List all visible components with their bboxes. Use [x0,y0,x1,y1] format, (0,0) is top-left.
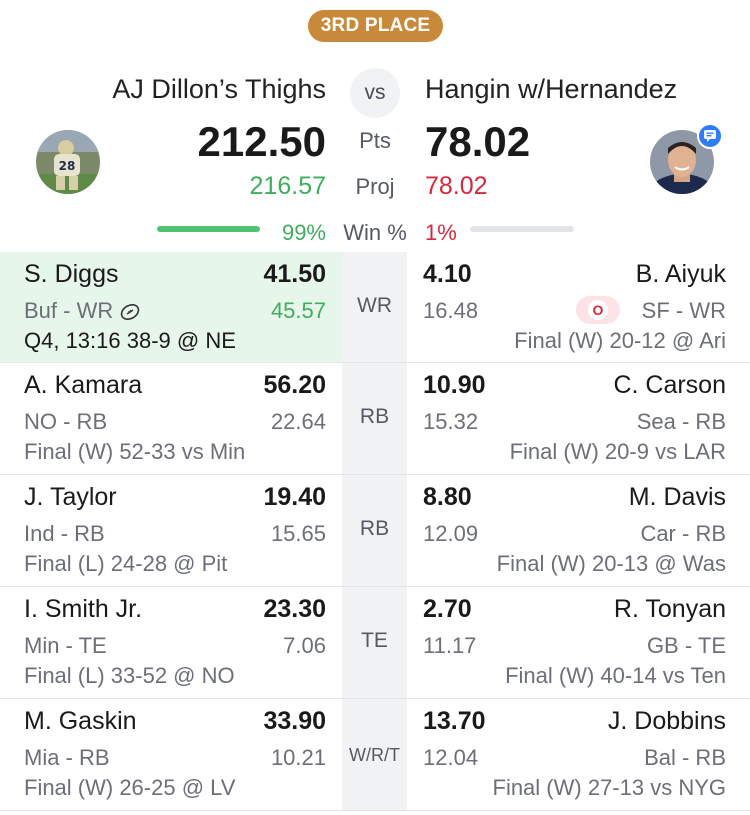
player-team-position: GB - TE [646,633,726,658]
player-projection: 7.06 [283,633,326,658]
game-status: Final (W) 27-13 vs NYG [492,775,727,800]
player-projection: 22.64 [270,409,326,434]
game-status: Q4, 13:16 38-9 @ NE [24,328,236,353]
player-team-position: Buf - WR [24,298,141,327]
projection-label: Proj [355,174,395,199]
player-points: 4.10 [423,260,472,288]
player-projection: 15.65 [270,521,326,546]
player-points: 10.90 [423,371,486,399]
roster-row: A. Kamara 56.20 NO - RB 22.64 Final (W) … [0,363,750,475]
right-player-cell[interactable]: 13.70 J. Dobbins 12.04 Bal - RB Final (W… [407,699,750,810]
team-left-score: 212.50 [197,118,326,165]
player-team-position: Ind - RB [24,521,105,546]
player-team-position: Min - TE [24,633,107,658]
game-status: Final (L) 33-52 @ NO [24,663,235,688]
player-name[interactable]: J. Dobbins [608,707,726,736]
team-right-score: 78.02 [425,118,531,165]
left-player-cell[interactable]: J. Taylor 19.40 Ind - RB 15.65 Final (L)… [0,475,342,586]
player-team-position: SF - WR [641,298,726,323]
player-projection: 10.21 [270,745,326,770]
player-points: 23.30 [263,595,326,623]
team-right-name[interactable]: Hangin w/Hernandez [425,74,677,105]
roster-row: S. Diggs 41.50 Buf - WR 45.57 Q4, 13:16 … [0,252,750,363]
game-status: Final (L) 24-28 @ Pit [24,551,228,576]
player-name[interactable]: B. Aiyuk [636,260,726,289]
slot-position: RB [342,475,407,586]
player-name[interactable]: M. Gaskin [24,707,137,736]
team-left-win-percent: 99% [281,220,326,245]
svg-text:28: 28 [59,159,76,173]
player-name[interactable]: C. Carson [613,371,726,400]
player-projection: 12.09 [423,521,479,546]
team-right-win-bar [470,226,574,232]
player-name[interactable]: I. Smith Jr. [24,595,142,624]
injury-status-badge: O [576,296,620,324]
slot-position: RB [342,363,407,474]
slot-position: WR [342,252,407,362]
right-player-cell[interactable]: 2.70 R. Tonyan 11.17 GB - TE Final (W) 4… [407,587,750,698]
player-points: 19.40 [263,483,326,511]
team-left-avatar[interactable]: 28 [36,130,100,194]
player-projection: 11.17 [423,633,477,658]
player-name[interactable]: J. Taylor [24,483,117,512]
game-status: Final (W) 40-14 vs Ten [505,663,726,688]
roster-row: I. Smith Jr. 23.30 Min - TE 7.06 Final (… [0,587,750,699]
left-player-cell[interactable]: I. Smith Jr. 23.30 Min - TE 7.06 Final (… [0,587,342,698]
player-points: 2.70 [423,595,472,623]
player-team-position: Sea - RB [636,409,726,434]
slot-position: TE [342,587,407,698]
left-player-cell[interactable]: S. Diggs 41.50 Buf - WR 45.57 Q4, 13:16 … [0,252,342,362]
team-right-win-percent: 1% [425,220,457,245]
win-percent-label: Win % [343,220,407,245]
game-status: Final (W) 20-12 @ Ari [514,328,726,353]
message-icon[interactable] [697,123,723,149]
football-icon [119,301,141,327]
vs-indicator: vs [350,68,400,118]
player-points: 41.50 [263,260,326,288]
player-team-position: NO - RB [24,409,108,434]
player-points: 33.90 [263,707,326,735]
player-team-position: Bal - RB [644,745,726,770]
player-points: 13.70 [423,707,486,735]
player-projection: 45.57 [270,298,326,323]
roster-comparison: S. Diggs 41.50 Buf - WR 45.57 Q4, 13:16 … [0,252,750,811]
right-player-cell[interactable]: 10.90 C. Carson 15.32 Sea - RB Final (W)… [407,363,750,474]
player-projection: 12.04 [423,745,479,770]
left-player-cell[interactable]: M. Gaskin 33.90 Mia - RB 10.21 Final (W)… [0,699,342,810]
game-status: Final (W) 20-13 @ Was [496,551,726,576]
player-points: 8.80 [423,483,472,511]
place-badge: 3RD PLACE [308,10,443,42]
player-name[interactable]: R. Tonyan [614,595,726,624]
game-status: Final (W) 26-25 @ LV [24,775,236,800]
team-left-win-bar [157,226,260,232]
player-projection: 16.48 [423,298,479,323]
roster-row: M. Gaskin 33.90 Mia - RB 10.21 Final (W)… [0,699,750,811]
player-name[interactable]: A. Kamara [24,371,142,400]
right-player-cell[interactable]: 8.80 M. Davis 12.09 Car - RB Final (W) 2… [407,475,750,586]
slot-position: W/R/T [342,699,407,810]
team-left-name[interactable]: AJ Dillon’s Thighs [112,74,326,105]
left-player-cell[interactable]: A. Kamara 56.20 NO - RB 22.64 Final (W) … [0,363,342,474]
team-left-projection: 216.57 [249,172,326,200]
player-team-position: Mia - RB [24,745,110,770]
player-name[interactable]: M. Davis [629,483,726,512]
player-projection: 15.32 [423,409,479,434]
game-status: Final (W) 52-33 vs Min [24,439,246,464]
game-status: Final (W) 20-9 vs LAR [509,439,726,464]
player-points: 56.20 [263,371,326,399]
roster-row: J. Taylor 19.40 Ind - RB 15.65 Final (L)… [0,475,750,587]
points-label: Pts [359,128,391,153]
team-right-projection: 78.02 [425,172,488,200]
right-player-cell[interactable]: 4.10 B. Aiyuk 16.48 O SF - WR Final (W) … [407,252,750,362]
player-name[interactable]: S. Diggs [24,260,118,289]
player-team-position: Car - RB [640,521,726,546]
